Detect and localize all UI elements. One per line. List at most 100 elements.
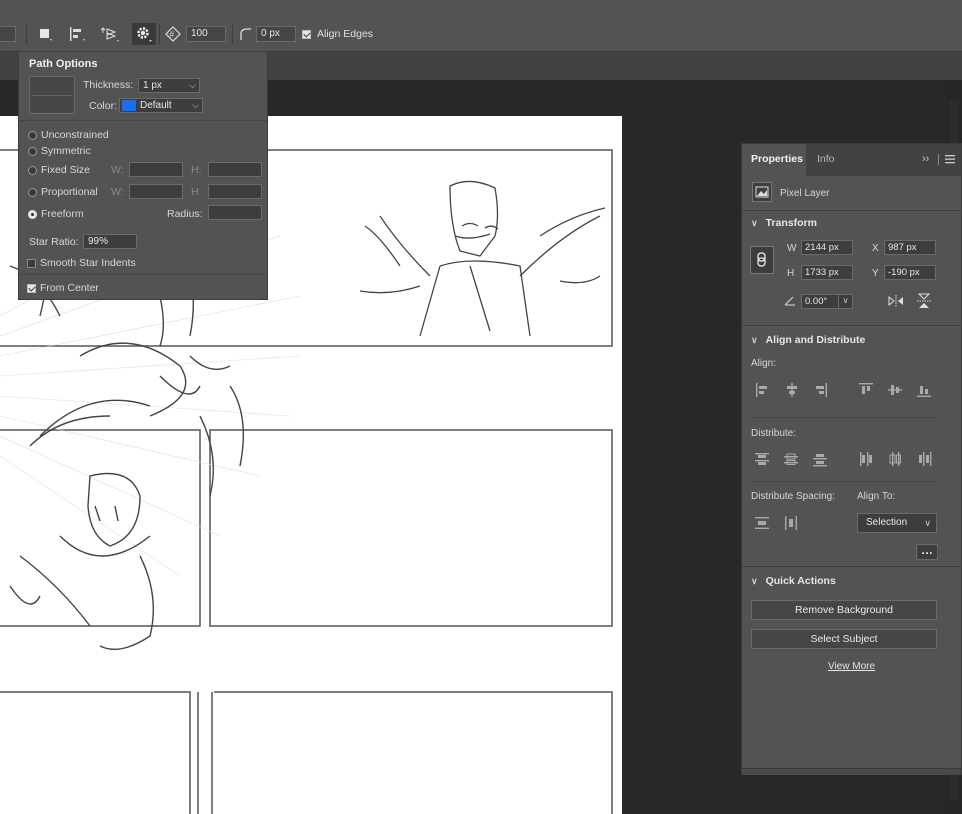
tab-info[interactable]: Info [817, 153, 835, 165]
smooth-star-indents-label: Smooth Star Indents [40, 257, 136, 269]
divider [750, 481, 938, 482]
radius-field[interactable] [208, 205, 262, 220]
tab-properties[interactable]: Properties [751, 153, 803, 165]
from-center-checkbox[interactable] [27, 284, 36, 293]
divider [750, 417, 938, 418]
from-center-label: From Center [40, 282, 99, 294]
divider [742, 566, 961, 567]
svg-text:#: # [170, 30, 175, 39]
proportional-height-field[interactable] [208, 184, 262, 199]
freeform-label: Freeform [41, 208, 84, 220]
panel-resize-handle[interactable] [742, 768, 961, 775]
corner-radius-icon [240, 28, 251, 40]
ellipsis-icon: … [921, 543, 933, 557]
symmetric-radio[interactable] [28, 147, 37, 156]
proportional-label: Proportional [41, 186, 98, 198]
x-field[interactable]: 987 px [884, 240, 936, 255]
remove-background-button[interactable]: Remove Background [751, 600, 937, 620]
flip-horizontal-icon [888, 295, 903, 307]
distribute-horizontal-centers-icon[interactable] [887, 451, 903, 467]
align-to-label: Align To: [857, 491, 896, 502]
popup-title: Path Options [29, 58, 98, 70]
chevron-down-icon[interactable]: ∨ [838, 294, 852, 308]
align-left-edges-icon[interactable] [755, 382, 771, 398]
flip-vertical-button[interactable] [916, 292, 932, 310]
divider [232, 24, 233, 44]
proportional-radio[interactable] [28, 188, 37, 197]
fixed-width-field[interactable] [129, 162, 183, 177]
color-label: Color: [89, 100, 118, 112]
distribute-label: Distribute: [751, 428, 797, 439]
distribute-horizontal-spacing-icon[interactable] [783, 515, 799, 531]
align-top-edges-icon[interactable] [858, 382, 874, 398]
transform-section-header[interactable]: ∨ Transform [751, 217, 817, 229]
truncated-field[interactable] [0, 26, 16, 42]
angle-field[interactable]: 0.00° ∨ [801, 294, 853, 309]
pixel-layer-icon [752, 182, 772, 202]
distribute-vertical-centers-icon[interactable] [783, 451, 799, 467]
thickness-label: Thickness: [83, 79, 134, 91]
align-distribute-title: Align and Distribute [765, 334, 866, 346]
align-vertical-centers-icon[interactable] [887, 382, 903, 398]
proportional-height-label: H: [191, 186, 202, 198]
proportional-width-field[interactable] [129, 184, 183, 199]
y-label: Y [872, 268, 879, 279]
distribute-right-edges-icon[interactable] [916, 451, 932, 467]
distribute-vertical-spacing-icon[interactable] [754, 515, 770, 531]
chevron-down-icon: ⌵ [189, 80, 196, 90]
link-dimensions-button[interactable] [750, 246, 774, 274]
y-field[interactable]: -190 px [884, 265, 936, 280]
unconstrained-radio[interactable] [28, 131, 37, 140]
angle-icon [784, 296, 796, 306]
color-dropdown[interactable]: Default ⌵ [119, 98, 203, 113]
view-more-link[interactable]: View More [742, 661, 961, 672]
sides-count-field[interactable]: 100 [186, 26, 226, 42]
flip-horizontal-button[interactable] [887, 294, 905, 308]
smooth-star-indents-checkbox[interactable] [27, 259, 36, 268]
chevron-down-icon: ⌵ [192, 100, 199, 110]
path-options-gear-button[interactable] [132, 23, 156, 45]
color-value: Default [140, 100, 172, 111]
path-operations-button[interactable] [34, 23, 56, 45]
thickness-dropdown[interactable]: 1 px ⌵ [138, 78, 200, 93]
thickness-value: 1 px [143, 80, 162, 91]
align-horizontal-centers-icon[interactable] [784, 382, 800, 398]
fixed-height-field[interactable] [208, 162, 262, 177]
width-field[interactable]: 2144 px [801, 240, 853, 255]
more-options-button[interactable]: … [916, 544, 938, 560]
align-right-edges-icon[interactable] [812, 382, 828, 398]
height-field[interactable]: 1733 px [801, 265, 853, 280]
panel-menu-icon[interactable] [945, 154, 955, 164]
path-alignment-button[interactable] [66, 23, 88, 45]
layer-type-label: Pixel Layer [780, 188, 830, 199]
stroke-sides-button[interactable]: # [164, 23, 182, 45]
align-edges-label: Align Edges [317, 28, 374, 40]
align-edges-toggle[interactable]: Align Edges [302, 23, 392, 45]
quick-actions-title: Quick Actions [765, 575, 836, 587]
path-operations-icon [40, 29, 52, 41]
freeform-radio[interactable] [28, 210, 37, 219]
divider [742, 210, 961, 211]
distribute-bottom-edges-icon[interactable] [812, 451, 828, 467]
star-ratio-label: Star Ratio: [29, 236, 79, 248]
align-edges-checkbox[interactable] [302, 29, 311, 39]
path-arrangement-button[interactable] [100, 23, 122, 45]
distribute-top-edges-icon[interactable] [754, 451, 770, 467]
collapse-panel-icon[interactable]: ›› [922, 153, 929, 165]
chevron-down-icon: ∨ [751, 335, 758, 345]
align-distribute-section-header[interactable]: ∨ Align and Distribute [751, 334, 865, 346]
align-bottom-edges-icon[interactable] [916, 382, 932, 398]
path-options-popup: Path Options Thickness: 1 px ⌵ Color: De… [18, 51, 268, 300]
chevron-down-icon: ∨ [751, 218, 758, 228]
quick-actions-section-header[interactable]: ∨ Quick Actions [751, 575, 836, 587]
fixed-size-radio[interactable] [28, 166, 37, 175]
corner-radius-field[interactable]: 0 px [256, 26, 296, 42]
path-preview-line [32, 95, 72, 96]
distribute-left-edges-icon[interactable] [858, 451, 874, 467]
select-subject-button[interactable]: Select Subject [751, 629, 937, 649]
star-ratio-field[interactable]: 99% [83, 234, 137, 249]
align-to-dropdown[interactable]: Selection ∨ [857, 513, 937, 533]
panel-tab-bar: Properties Info ›› [742, 144, 961, 176]
corner-radius-button[interactable] [237, 23, 253, 45]
divider [19, 120, 267, 121]
